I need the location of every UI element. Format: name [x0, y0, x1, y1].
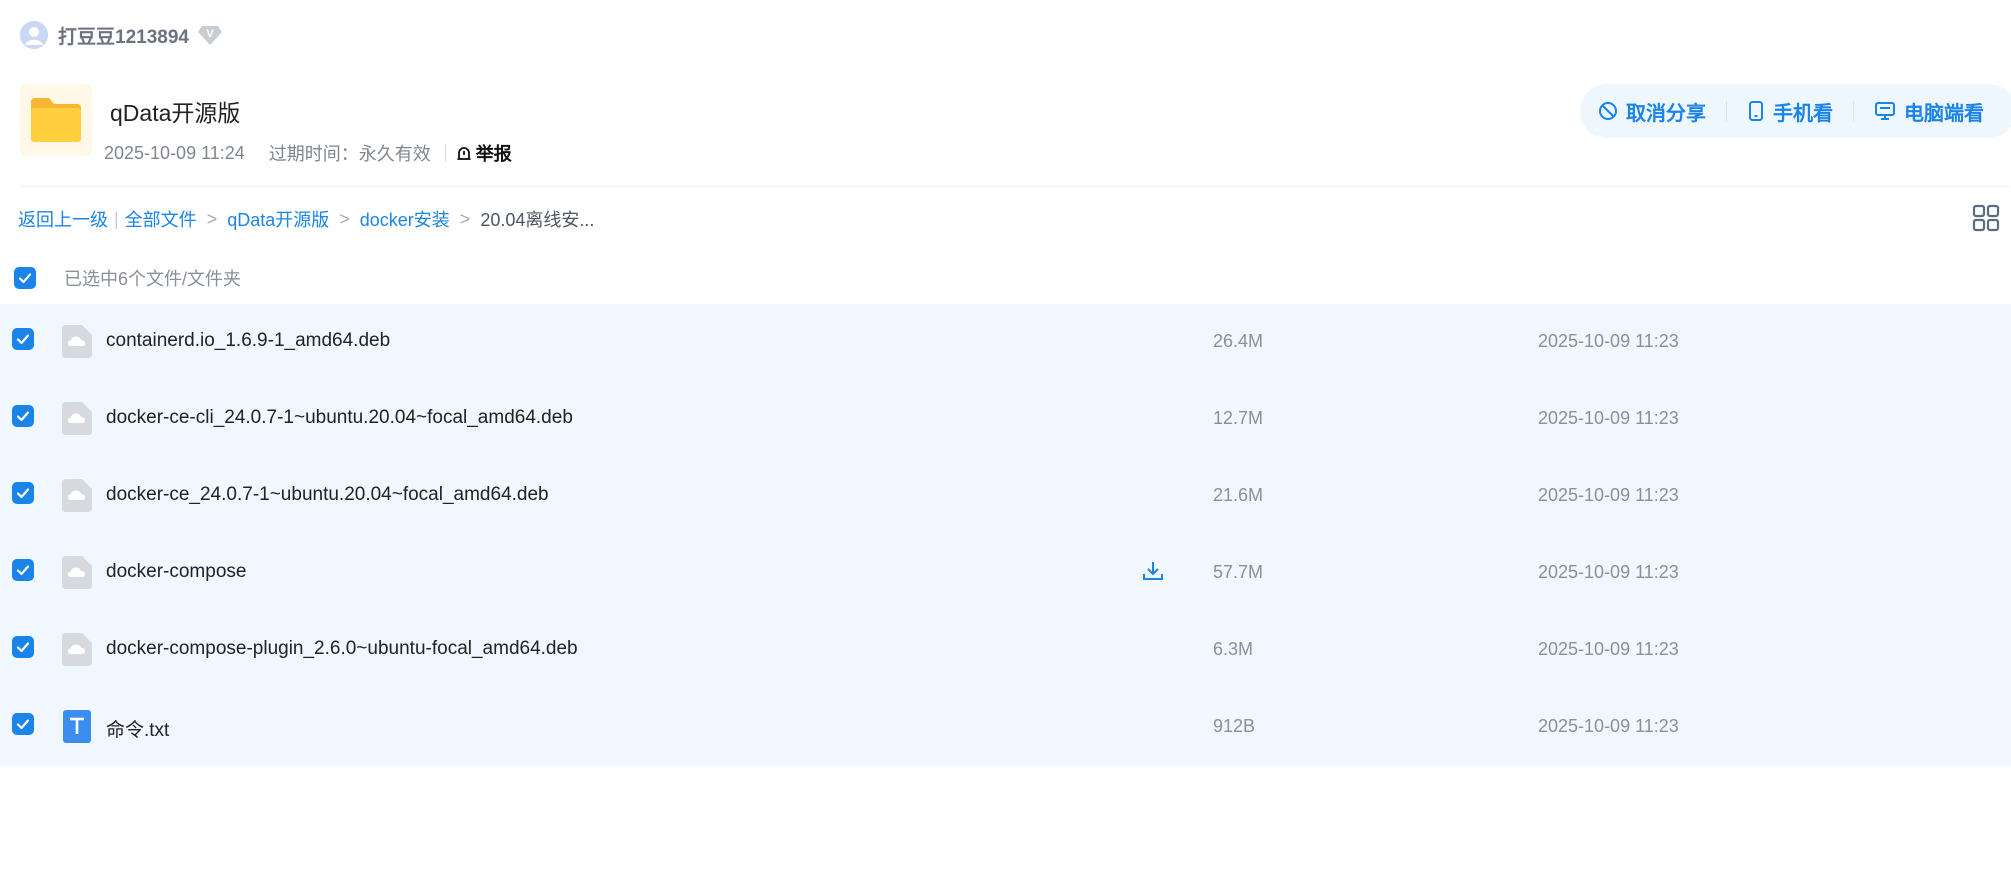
expire-value: 永久有效 — [358, 144, 431, 164]
file-size: 912B — [1213, 716, 1256, 736]
folder-thumbnail — [20, 84, 92, 156]
file-time: 2025-10-09 11:23 — [1538, 408, 1679, 428]
user-bar: 打豆豆1213894 V — [20, 20, 223, 50]
vip-diamond-icon: V — [197, 26, 222, 45]
breadcrumb-separator: > — [206, 208, 218, 229]
mobile-view-label: 手机看 — [1773, 102, 1833, 125]
file-name[interactable]: docker-ce-cli_24.0.7-1~ubuntu.20.04~foca… — [106, 407, 573, 429]
file-row[interactable]: docker-compose-plugin_2.6.0~ubuntu-focal… — [0, 612, 2011, 689]
breadcrumb: 返回上一级 | 全部文件 > qData开源版 > docker安装 > 20.… — [18, 204, 594, 234]
avatar[interactable] — [20, 21, 48, 49]
file-row[interactable]: 命令.txt 912B 2025-10-09 11:23 — [0, 689, 2011, 766]
check-icon — [16, 565, 30, 576]
file-checkbox[interactable] — [12, 482, 34, 504]
check-icon — [16, 334, 30, 345]
cloud-file-icon — [62, 633, 92, 666]
check-icon — [16, 642, 30, 653]
check-icon — [16, 411, 30, 422]
user-icon — [20, 21, 48, 49]
back-link[interactable]: 返回上一级 — [18, 206, 108, 232]
file-time: 2025-10-09 11:23 — [1538, 562, 1679, 582]
cloud-file-icon — [62, 402, 92, 435]
share-header: qData开源版 2025-10-09 11:24 过期时间：永久有效 举报 — [20, 84, 512, 166]
file-size: 26.4M — [1213, 331, 1264, 351]
file-time: 2025-10-09 11:23 — [1538, 485, 1679, 505]
share-info: qData开源版 2025-10-09 11:24 过期时间：永久有效 举报 — [104, 84, 512, 166]
share-action-bar: 取消分享 手机看 电脑端看 — [1580, 84, 2011, 138]
phone-icon — [1749, 101, 1763, 121]
check-icon — [18, 273, 32, 284]
file-row[interactable]: docker-ce-cli_24.0.7-1~ubuntu.20.04~foca… — [0, 381, 2011, 458]
mobile-view-button[interactable]: 手机看 — [1747, 97, 1833, 126]
share-title: qData开源版 — [110, 100, 241, 126]
select-all-bar: 已选中6个文件/文件夹 — [14, 264, 241, 292]
file-checkbox[interactable] — [12, 713, 34, 735]
cancel-share-button[interactable]: 取消分享 — [1598, 97, 1706, 126]
file-time: 2025-10-09 11:23 — [1538, 716, 1679, 736]
action-divider — [1726, 101, 1727, 121]
text-file-icon — [63, 710, 91, 743]
file-checkbox[interactable] — [12, 405, 34, 427]
pc-view-label: 电脑端看 — [1904, 102, 1984, 125]
meta-divider — [444, 144, 446, 162]
report-button[interactable]: 举报 — [456, 140, 512, 166]
file-checkbox[interactable] — [12, 559, 34, 581]
cloud-file-icon — [62, 325, 92, 358]
cloud-file-icon — [62, 556, 92, 589]
selection-count: 已选中6个文件/文件夹 — [64, 269, 242, 289]
username: 打豆豆1213894 — [58, 26, 189, 48]
vip-badge-letter: V — [206, 28, 214, 40]
expire-info: 过期时间：永久有效 — [269, 140, 431, 166]
file-name[interactable]: containerd.io_1.6.9-1_amd64.deb — [106, 330, 390, 352]
breadcrumb-separator: > — [459, 208, 471, 229]
select-all-checkbox[interactable] — [14, 267, 36, 289]
share-date: 2025-10-09 11:24 — [104, 142, 245, 163]
breadcrumb-separator: > — [339, 208, 350, 229]
header-divider — [20, 186, 2010, 187]
file-checkbox[interactable] — [12, 636, 34, 658]
file-size: 6.3M — [1213, 639, 1254, 659]
file-name[interactable]: docker-compose-plugin_2.6.0~ubuntu-focal… — [106, 638, 578, 660]
file-time: 2025-10-09 11:23 — [1538, 639, 1679, 659]
file-row[interactable]: containerd.io_1.6.9-1_amd64.deb 26.4M 20… — [0, 304, 2011, 381]
file-size: 57.7M — [1213, 562, 1264, 582]
file-list: containerd.io_1.6.9-1_amd64.deb 26.4M 20… — [0, 304, 2011, 766]
file-size: 12.7M — [1213, 408, 1264, 428]
breadcrumb-docker[interactable]: docker安装 — [360, 206, 450, 232]
pc-view-button[interactable]: 电脑端看 — [1874, 97, 1984, 126]
file-time: 2025-10-09 11:23 — [1538, 331, 1679, 351]
breadcrumb-all-files[interactable]: 全部文件 — [125, 206, 197, 232]
cancel-share-label: 取消分享 — [1626, 102, 1706, 125]
file-name[interactable]: docker-ce_24.0.7-1~ubuntu.20.04~focal_am… — [106, 484, 549, 506]
file-name[interactable]: docker-compose — [106, 561, 246, 583]
expire-label: 过期时间： — [268, 144, 359, 164]
file-checkbox[interactable] — [12, 328, 34, 350]
report-icon — [457, 147, 471, 160]
file-row[interactable]: docker-compose 57.7M 2025-10-09 11:23 — [0, 535, 2011, 612]
file-size: 21.6M — [1213, 485, 1264, 505]
file-name[interactable]: 命令.txt — [106, 715, 169, 742]
cloud-file-icon — [62, 479, 92, 512]
file-row[interactable]: docker-ce_24.0.7-1~ubuntu.20.04~focal_am… — [0, 458, 2011, 535]
download-icon[interactable] — [1142, 560, 1164, 582]
breadcrumb-qdata[interactable]: qData开源版 — [227, 206, 329, 232]
breadcrumb-pipe: | — [114, 208, 119, 229]
monitor-icon — [1875, 102, 1895, 120]
folder-icon — [31, 98, 81, 142]
report-label: 举报 — [475, 144, 512, 164]
action-divider — [1853, 101, 1854, 121]
forbidden-icon — [1599, 102, 1617, 120]
check-icon — [16, 488, 30, 499]
share-meta: 2025-10-09 11:24 过期时间：永久有效 举报 — [104, 140, 512, 166]
check-icon — [16, 719, 30, 730]
grid-view-icon[interactable] — [1972, 204, 2000, 232]
breadcrumb-current: 20.04离线安... — [480, 210, 595, 230]
